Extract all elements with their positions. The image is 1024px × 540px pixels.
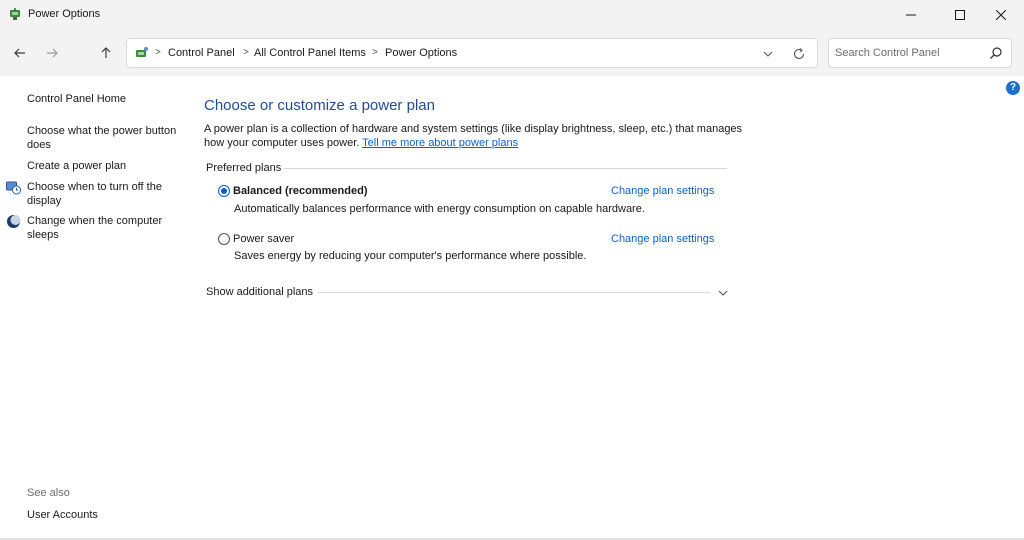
maximize-icon: [955, 10, 965, 20]
sleep-moon-icon: [7, 215, 21, 228]
up-button[interactable]: [93, 40, 119, 66]
breadcrumb-separator: >: [243, 47, 249, 58]
breadcrumb-separator: >: [372, 47, 378, 58]
breadcrumb-control-panel[interactable]: Control Panel: [168, 47, 235, 59]
radio-balanced[interactable]: [218, 185, 230, 197]
search-box: [828, 38, 1012, 68]
see-also-heading: See also: [27, 487, 70, 499]
title-bar: Power Options: [0, 0, 1024, 30]
control-panel-icon: [136, 47, 148, 57]
breadcrumb-power-options[interactable]: Power Options: [385, 47, 457, 59]
radio-power-saver[interactable]: [218, 233, 230, 245]
change-plan-settings-power-saver[interactable]: Change plan settings: [611, 233, 714, 245]
preferred-plans-heading: Preferred plans: [206, 162, 282, 174]
minimize-button[interactable]: [888, 0, 934, 30]
plan-desc-balanced: Automatically balances performance with …: [234, 203, 645, 215]
section-divider: [284, 168, 727, 169]
search-icon[interactable]: [989, 46, 1003, 60]
plan-name-balanced[interactable]: Balanced (recommended): [233, 185, 367, 197]
close-icon: [996, 10, 1006, 20]
refresh-icon[interactable]: [791, 46, 807, 62]
breadcrumb-all-items[interactable]: All Control Panel Items: [254, 47, 366, 59]
sidebar-control-panel-home[interactable]: Control Panel Home: [27, 92, 187, 106]
navigation-bar: > Control Panel > All Control Panel Item…: [0, 30, 1024, 76]
chevron-down-icon[interactable]: [717, 287, 729, 299]
sidebar-item-create-plan[interactable]: Create a power plan: [27, 159, 187, 173]
see-also-user-accounts[interactable]: User Accounts: [27, 508, 187, 522]
sidebar-item-turn-off-display[interactable]: Choose when to turn off the display: [27, 180, 187, 208]
forward-arrow-icon: [47, 48, 58, 58]
forward-button[interactable]: [39, 40, 65, 66]
sidebar-item-sleep[interactable]: Change when the computer sleeps: [27, 214, 187, 242]
plan-desc-power-saver: Saves energy by reducing your computer's…: [234, 250, 587, 262]
display-schedule-icon: [6, 181, 21, 195]
search-input[interactable]: [835, 45, 985, 61]
close-button[interactable]: [978, 0, 1024, 30]
power-options-icon: [10, 8, 20, 20]
learn-more-link[interactable]: Tell me more about power plans: [362, 137, 518, 149]
page-title: Choose or customize a power plan: [204, 97, 435, 114]
address-bar[interactable]: > Control Panel > All Control Panel Item…: [126, 38, 818, 68]
sidebar-item-power-button[interactable]: Choose what the power button does: [27, 124, 187, 152]
section-divider: [318, 292, 710, 293]
help-icon[interactable]: ?: [1006, 81, 1020, 95]
up-arrow-icon: [101, 47, 111, 58]
minimize-icon: [906, 14, 916, 16]
back-arrow-icon: [14, 48, 25, 58]
show-additional-plans[interactable]: Show additional plans: [206, 286, 313, 298]
breadcrumb-separator: >: [155, 47, 161, 58]
change-plan-settings-balanced[interactable]: Change plan settings: [611, 185, 714, 197]
back-button[interactable]: [7, 40, 33, 66]
window-title: Power Options: [28, 8, 101, 20]
page-description: A power plan is a collection of hardware…: [204, 122, 744, 150]
chevron-down-icon[interactable]: [761, 47, 775, 61]
plan-name-power-saver[interactable]: Power saver: [233, 233, 294, 245]
maximize-button[interactable]: [937, 0, 983, 30]
